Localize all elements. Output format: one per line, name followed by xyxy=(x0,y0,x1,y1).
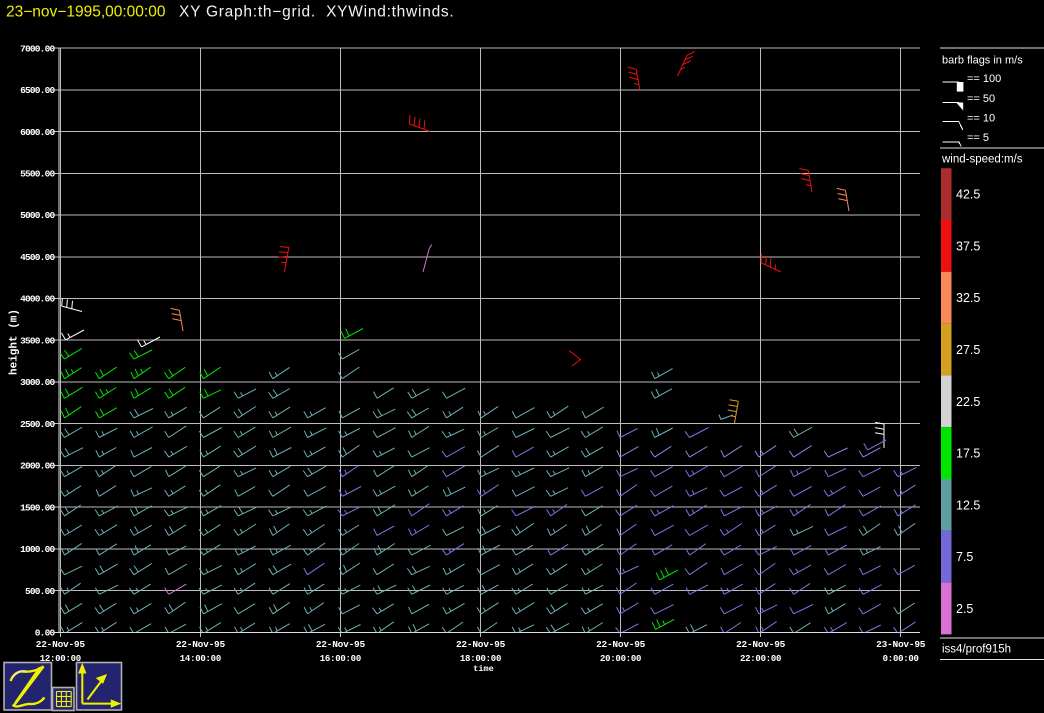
svg-text:== 50: == 50 xyxy=(967,93,995,105)
svg-text:7.5: 7.5 xyxy=(956,550,973,564)
svg-text:18:00:00: 18:00:00 xyxy=(460,654,501,664)
svg-text:6500.00: 6500.00 xyxy=(20,85,55,96)
svg-text:22-Nov-95: 22-Nov-95 xyxy=(176,639,226,650)
svg-text:37.5: 37.5 xyxy=(956,239,980,253)
svg-text:22:00:00: 22:00:00 xyxy=(740,654,781,664)
svg-text:4500.00: 4500.00 xyxy=(20,252,55,263)
svg-text:7000.00: 7000.00 xyxy=(20,43,55,54)
svg-text:5500.00: 5500.00 xyxy=(20,169,55,180)
svg-text:5000.00: 5000.00 xyxy=(20,210,55,221)
svg-text:22-Nov-95: 22-Nov-95 xyxy=(456,639,506,650)
svg-text:12.5: 12.5 xyxy=(956,498,980,512)
svg-text:6000.00: 6000.00 xyxy=(20,127,55,138)
svg-text:== 100: == 100 xyxy=(967,73,1001,85)
svg-text:16:00:00: 16:00:00 xyxy=(320,654,361,664)
svg-text:27.5: 27.5 xyxy=(956,343,980,357)
svg-text:4000.00: 4000.00 xyxy=(20,294,55,305)
svg-text:== 5: == 5 xyxy=(967,132,989,144)
svg-text:1500.00: 1500.00 xyxy=(20,502,55,513)
svg-text:0.00: 0.00 xyxy=(35,628,56,639)
svg-text:14:00:00: 14:00:00 xyxy=(180,654,221,664)
svg-text:0:00:00: 0:00:00 xyxy=(883,654,919,664)
svg-text:3000.00: 3000.00 xyxy=(20,377,55,388)
svg-text:iss4/prof915h: iss4/prof915h xyxy=(942,644,1011,656)
svg-text:22.5: 22.5 xyxy=(956,395,980,409)
svg-text:wind-speed:m/s: wind-speed:m/s xyxy=(941,154,1023,166)
svg-text:500.00: 500.00 xyxy=(25,586,56,597)
svg-text:22-Nov-95: 22-Nov-95 xyxy=(736,639,786,650)
svg-text:20:00:00: 20:00:00 xyxy=(600,654,641,664)
svg-text:height (m): height (m) xyxy=(9,309,21,375)
svg-text:32.5: 32.5 xyxy=(956,291,980,305)
svg-text:3500.00: 3500.00 xyxy=(20,335,55,346)
svg-text:22-Nov-95: 22-Nov-95 xyxy=(316,639,366,650)
svg-text:23−nov−1995,00:00:00: 23−nov−1995,00:00:00 xyxy=(6,4,166,21)
svg-text:2.5: 2.5 xyxy=(956,602,973,616)
svg-text:== 10: == 10 xyxy=(967,113,995,125)
svg-text:23-Nov-95: 23-Nov-95 xyxy=(876,639,926,650)
svg-text:2000.00: 2000.00 xyxy=(20,461,55,472)
svg-text:2500.00: 2500.00 xyxy=(20,419,55,430)
svg-text:barb flags in m/s: barb flags in m/s xyxy=(942,55,1023,67)
svg-text:1000.00: 1000.00 xyxy=(20,544,55,555)
svg-text:time: time xyxy=(473,664,493,674)
svg-text:17.5: 17.5 xyxy=(956,447,980,461)
svg-text:22-Nov-95: 22-Nov-95 xyxy=(596,639,646,650)
svg-text:XY Graph:th−grid. XYWind:thwi: XY Graph:th−grid. XYWind:thwinds. xyxy=(179,4,455,21)
svg-text:42.5: 42.5 xyxy=(956,188,980,202)
svg-text:22-Nov-95: 22-Nov-95 xyxy=(36,639,86,650)
